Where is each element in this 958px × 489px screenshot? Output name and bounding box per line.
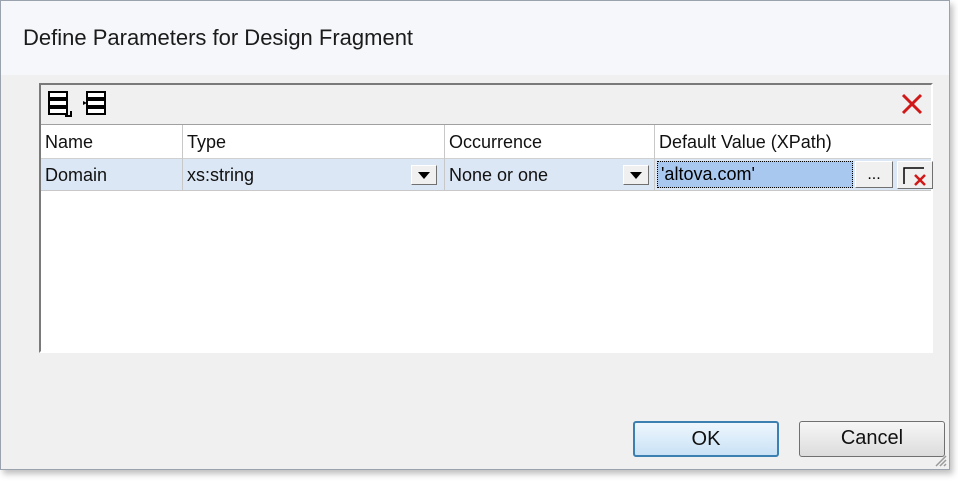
cancel-button[interactable]: Cancel [799,421,945,457]
browse-button[interactable]: ... [855,161,893,188]
grid-toolbar [41,85,931,125]
type-dropdown[interactable]: xs:string [183,159,445,191]
occurrence-dropdown[interactable]: None or one [445,159,655,191]
dialog-window: Define Parameters for Design Fragment Na… [0,0,950,470]
grid-header: Name Type Occurrence Default Value (XPat… [41,125,931,159]
occurrence-value: None or one [449,165,549,185]
default-value-input[interactable]: 'altova.com' [657,161,853,188]
dialog-title: Define Parameters for Design Fragment [23,25,414,50]
append-row-icon[interactable] [43,88,77,120]
chevron-down-icon[interactable] [623,165,649,185]
ok-button[interactable]: OK [633,421,779,457]
column-header-default-value[interactable]: Default Value (XPath) [655,125,933,159]
clear-value-button[interactable] [897,161,933,189]
title-bar[interactable]: Define Parameters for Design Fragment [1,1,949,75]
chevron-down-icon[interactable] [411,165,437,185]
resize-grip-icon[interactable] [933,453,947,467]
parameters-grid: Name Type Occurrence Default Value (XPat… [39,83,933,353]
column-header-occurrence[interactable]: Occurrence [445,125,655,159]
insert-row-icon[interactable] [79,88,113,120]
cell-name[interactable]: Domain [41,159,183,191]
clear-icon [903,167,926,186]
column-header-name[interactable]: Name [41,125,183,159]
type-value: xs:string [187,165,255,185]
column-header-type[interactable]: Type [183,125,445,159]
delete-row-icon[interactable] [895,88,929,120]
table-row[interactable]: Domain xs:string None or one 'altova.com… [41,159,933,191]
dialog-body: Name Type Occurrence Default Value (XPat… [13,75,945,457]
